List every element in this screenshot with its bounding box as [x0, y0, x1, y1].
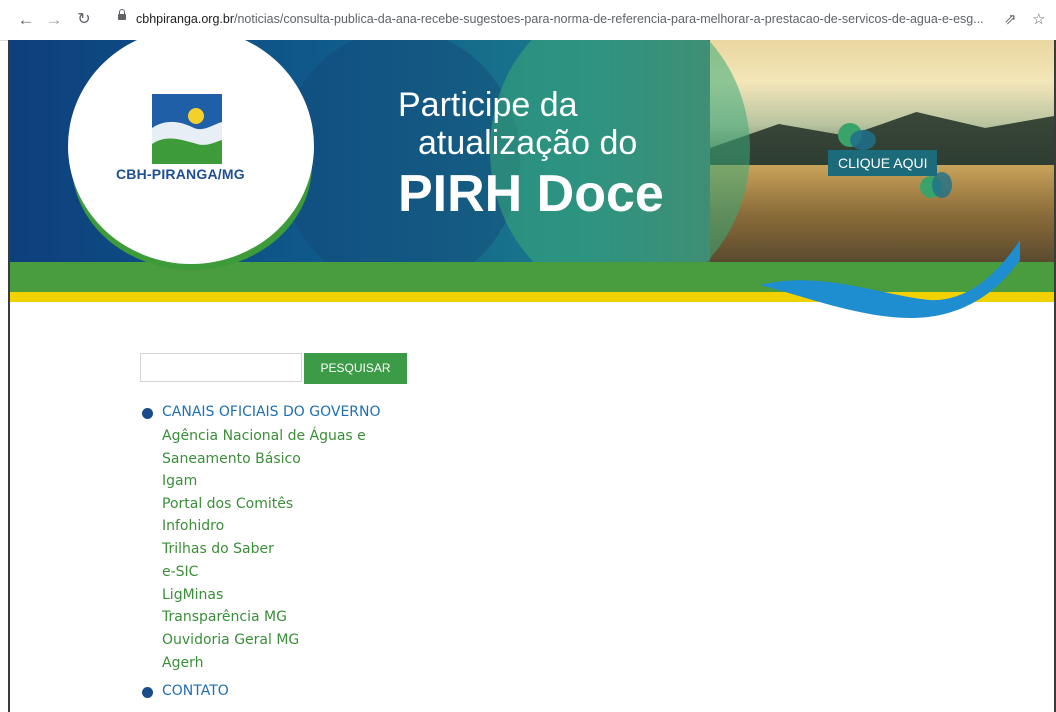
menu-link-igam[interactable]: Igam	[162, 473, 197, 489]
menu-category-contato[interactable]: CONTATO	[140, 681, 400, 703]
menu-link-portal-comites[interactable]: Portal dos Comitês	[162, 496, 293, 512]
bullet-icon	[142, 408, 153, 419]
search-input[interactable]	[140, 353, 302, 382]
search-button[interactable]: PESQUISAR	[304, 353, 407, 384]
menu-link-agerh[interactable]: Agerh	[162, 655, 203, 671]
wave-decoration	[760, 240, 1020, 318]
menu-link-ligminas[interactable]: LigMinas	[162, 587, 223, 603]
menu-category-canais[interactable]: CANAIS OFICIAIS DO GOVERNO	[140, 402, 400, 424]
headline-line-3: PIRH Doce	[398, 165, 664, 223]
menu-link-ana-cont[interactable]: Saneamento Básico	[162, 451, 301, 467]
menu-category-label[interactable]: CANAIS OFICIAIS DO GOVERNO	[162, 404, 381, 420]
clique-aqui-button[interactable]: CLIQUE AQUI	[828, 150, 938, 176]
lock-icon[interactable]	[118, 9, 126, 20]
menu-link-ana[interactable]: Agência Nacional de Águas e	[162, 428, 366, 444]
reload-icon[interactable]: ↻	[74, 10, 94, 30]
menu-link-infohidro[interactable]: Infohidro	[162, 518, 224, 534]
menu-link-trilhas-saber[interactable]: Trilhas do Saber	[162, 541, 274, 557]
cta-decoration-dot	[850, 130, 876, 150]
star-icon[interactable]: ☆	[1032, 10, 1045, 28]
cbh-logo-icon[interactable]	[152, 94, 222, 164]
menu-link-transparencia[interactable]: Transparência MG	[162, 609, 287, 625]
forward-arrow-icon[interactable]: →	[44, 10, 64, 30]
menu-category-label[interactable]: CONTATO	[162, 683, 229, 699]
headline-line-1: Participe da	[398, 86, 578, 124]
menu-link-ouvidoria[interactable]: Ouvidoria Geral MG	[162, 632, 299, 648]
url-host: cbhpiranga.org.br	[136, 12, 234, 26]
bullet-icon	[142, 687, 153, 698]
url-path: /noticias/consulta-publica-da-ana-recebe…	[233, 12, 984, 26]
logo-text: CBH-PIRANGA/MG	[116, 166, 245, 182]
headline-line-2: atualização do	[418, 124, 638, 162]
back-arrow-icon[interactable]: ←	[16, 10, 36, 30]
menu-link-esic[interactable]: e-SIC	[162, 564, 198, 580]
share-icon[interactable]: ⇗	[1004, 10, 1017, 28]
address-bar[interactable]: cbhpiranga.org.br/noticias/consulta-publ…	[136, 12, 996, 26]
